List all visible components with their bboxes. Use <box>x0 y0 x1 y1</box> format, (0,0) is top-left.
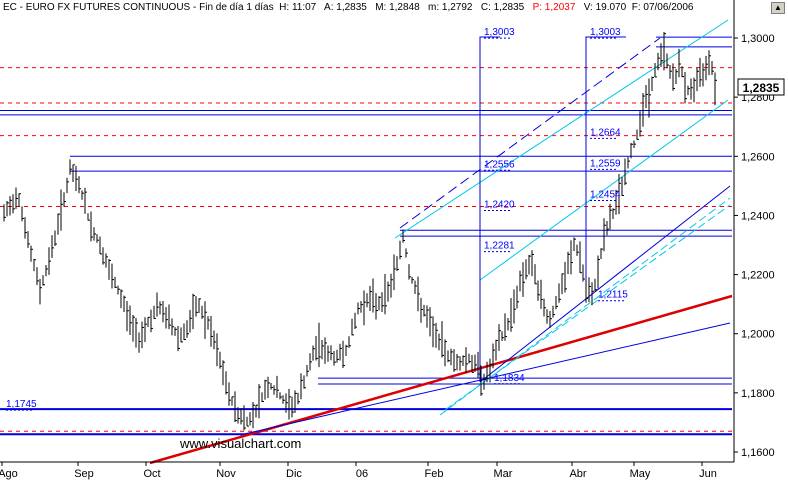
level-label: 1,2115 <box>598 290 628 301</box>
x-tick-label: Feb <box>425 468 444 480</box>
y-tick-label: 1,2600 <box>741 151 775 163</box>
level-label: 1,1834 <box>494 373 525 384</box>
x-tick-label: Jun <box>699 468 717 480</box>
y-tick-label: 1,2400 <box>741 210 775 222</box>
level-label: 1,2281 <box>484 241 515 252</box>
level-label: 1,2420 <box>484 200 515 211</box>
y-tick-label: 1,2200 <box>741 270 775 282</box>
last-price-label: 1,2835 <box>743 81 780 95</box>
x-tick-label: Ago <box>0 468 18 480</box>
x-tick-label: Oct <box>143 468 160 480</box>
channel-cyan-1[interactable] <box>394 19 729 239</box>
level-label: 1,2559 <box>590 158 621 169</box>
watermark-text: www.visualchart.com <box>179 436 301 451</box>
x-tick-label: Dic <box>286 468 302 480</box>
y-tick-label: 1,1600 <box>741 447 775 459</box>
level-label: 1,2556 <box>484 159 515 170</box>
chart-window: EC - EURO FX FUTURES CONTINUOUS - Fin de… <box>0 0 788 480</box>
x-tick-label: Nov <box>216 468 236 480</box>
level-label: 1,3003 <box>590 27 621 38</box>
x-tick-label: 06 <box>356 468 368 480</box>
y-tick-label: 1,1800 <box>741 388 775 400</box>
level-label: 1,1745 <box>6 399 37 410</box>
x-tick-label: Mar <box>494 468 513 480</box>
level-label: 1,3003 <box>484 27 515 38</box>
level-label: 1,2664 <box>590 127 621 138</box>
trend-line-blue-2[interactable] <box>479 185 731 383</box>
x-tick-label: Abr <box>569 468 586 480</box>
y-tick-label: 1,3000 <box>741 33 775 45</box>
ohlc-bars <box>3 32 717 431</box>
y-tick-label: 1,2000 <box>741 329 775 341</box>
x-tick-label: May <box>630 468 651 480</box>
x-tick-label: Sep <box>74 468 94 480</box>
trend-line-blue-3[interactable] <box>399 37 661 229</box>
price-chart[interactable]: 1,30001,28001,26001,24001,22001,20001,18… <box>0 0 788 480</box>
level-label: 1,2454 <box>590 189 621 200</box>
